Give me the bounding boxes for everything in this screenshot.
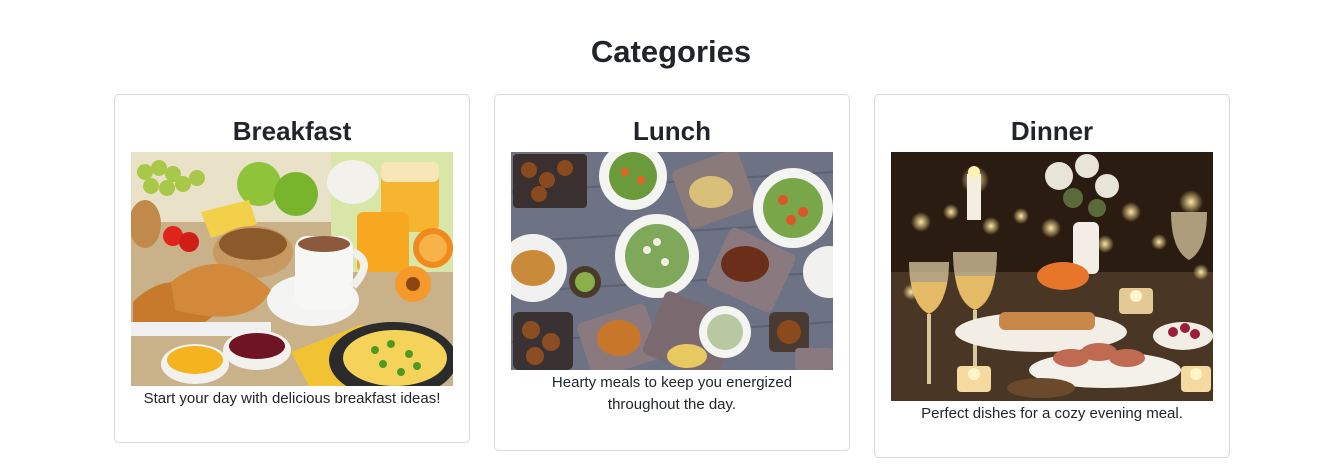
card-title: Lunch [633, 116, 711, 146]
card-title: Dinner [1010, 116, 1094, 146]
card-description: Start your day with delicious breakfast … [143, 390, 441, 407]
breakfast-image [131, 152, 453, 386]
category-card-dinner[interactable]: Dinner Perfect dishes for a cozy evening… [874, 94, 1230, 458]
page-title: Categories [590, 34, 752, 69]
card-title: Breakfast [232, 116, 352, 146]
category-card-breakfast[interactable]: Breakfast Start your day with delicious … [114, 94, 470, 443]
lunch-image [511, 152, 833, 370]
category-card-lunch[interactable]: Lunch Hearty meals to keep you energized… [494, 94, 850, 451]
card-description: Hearty meals to keep you energized throu… [551, 374, 793, 413]
card-description: Perfect dishes for a cozy evening meal. [921, 405, 1183, 422]
dinner-image [891, 152, 1213, 401]
